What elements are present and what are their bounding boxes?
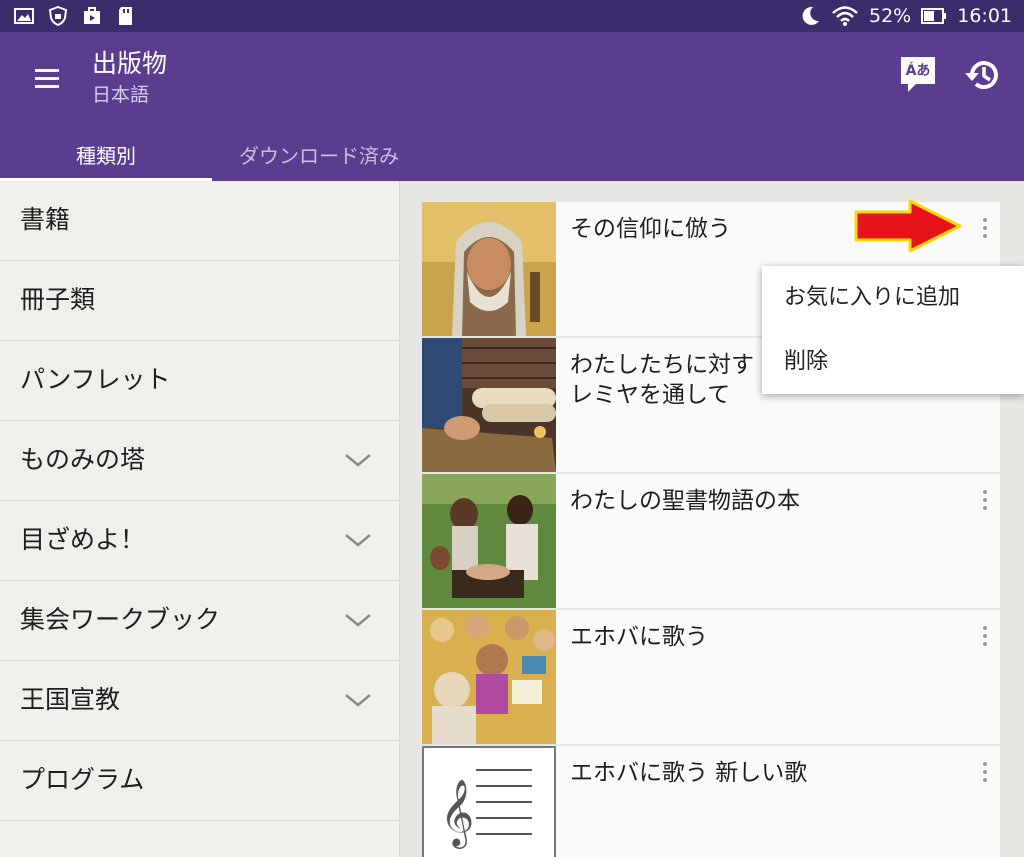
language-subtitle: 日本語 [92, 84, 150, 106]
category-item-books[interactable]: 書籍 [0, 181, 400, 261]
briefcase-icon [84, 7, 100, 24]
category-item-tracts[interactable]: パンフレット [0, 341, 400, 421]
moon-icon [802, 6, 819, 25]
app-bar: 出版物 日本語 Áあ 種類別 ダウンロード済み [0, 32, 1024, 181]
publication-item[interactable]: わたしの聖書物語の本 [422, 474, 1000, 608]
category-item-programs[interactable]: プログラム [0, 741, 400, 821]
more-vert-dot [983, 226, 987, 230]
chevron-down-icon [345, 454, 371, 467]
category-label: 王国宣教 [20, 685, 121, 714]
chevron-down-icon [345, 614, 371, 627]
category-item-awake[interactable]: 目ざめよ！ [0, 501, 400, 581]
annotation-arrow-icon [854, 199, 962, 253]
category-label: ものみの塔 [20, 445, 146, 474]
more-vert-dot [983, 506, 987, 510]
chevron-down-icon [345, 694, 371, 707]
more-vert-icon [983, 218, 987, 222]
publication-title: わたしたちに対す レミヤを通して [570, 350, 754, 410]
overflow-popup-menu: お気に入りに追加 削除 [762, 266, 1024, 394]
publication-title-line1: わたしたちに対す [570, 352, 754, 378]
more-vert-dot [983, 498, 987, 502]
menu-button[interactable] [26, 58, 68, 100]
battery-percent: 52% [869, 5, 912, 27]
publication-item[interactable]: エホバに歌う [422, 610, 1000, 744]
more-vert-dot [983, 234, 987, 238]
category-label: プログラム [20, 765, 145, 794]
publication-item[interactable]: 𝄞 エホバに歌う 新しい歌 [422, 746, 1000, 857]
status-bar: 52% 16:01 [0, 0, 1024, 32]
publication-title-line2: レミヤを通して [570, 382, 731, 408]
more-vert-dot [983, 778, 987, 782]
category-item-kingdom-ministry[interactable]: 王国宣教 [0, 661, 400, 741]
sd-card-icon [119, 7, 132, 25]
svg-text:𝄞: 𝄞 [440, 778, 474, 849]
tab-by-type[interactable]: 種類別 [0, 128, 212, 181]
category-label: 書籍 [20, 205, 71, 234]
page-title: 出版物 [92, 49, 168, 78]
cover-image [422, 202, 556, 336]
history-icon [965, 61, 998, 90]
more-options-button[interactable] [978, 488, 992, 512]
tab-downloaded[interactable]: ダウンロード済み [212, 128, 426, 181]
cover-image [422, 338, 556, 472]
publication-title: その信仰に倣う [570, 216, 731, 242]
gallery-icon [14, 8, 34, 24]
more-vert-icon [983, 490, 987, 494]
language-icon-label: Áあ [905, 63, 931, 79]
cover-image: 𝄞 [422, 746, 556, 857]
history-button[interactable] [962, 54, 1004, 96]
clock: 16:01 [957, 5, 1012, 27]
category-item-brochures[interactable]: 冊子類 [0, 261, 400, 341]
cover-image [422, 474, 556, 608]
category-item-watchtower[interactable]: ものみの塔 [0, 421, 400, 501]
wifi-icon [832, 6, 858, 26]
battery-icon [921, 8, 947, 24]
cover-image [422, 610, 556, 744]
more-vert-icon [983, 626, 987, 630]
more-options-button[interactable] [978, 624, 992, 648]
more-vert-dot [983, 642, 987, 646]
more-vert-icon [983, 762, 987, 766]
menu-item-add-favorite[interactable]: お気に入りに追加 [784, 278, 960, 318]
category-sidebar: 書籍 冊子類 パンフレット ものみの塔 目ざめよ！ 集会ワークブック 王国宣教 … [0, 181, 400, 857]
category-label: 集会ワークブック [20, 605, 221, 634]
more-vert-dot [983, 634, 987, 638]
menu-item-delete[interactable]: 削除 [784, 342, 828, 382]
language-button[interactable]: Áあ [898, 54, 938, 96]
category-item-meeting-workbook[interactable]: 集会ワークブック [0, 581, 400, 661]
more-options-button[interactable] [978, 216, 992, 240]
publication-title: エホバに歌う 新しい歌 [570, 760, 808, 786]
publication-title: エホバに歌う [570, 624, 708, 650]
shield-icon [48, 6, 68, 26]
category-label: 目ざめよ！ [20, 525, 146, 554]
more-options-button[interactable] [978, 760, 992, 784]
more-vert-dot [983, 770, 987, 774]
category-label: 冊子類 [20, 285, 96, 314]
menu-icon [35, 69, 59, 72]
menu-icon-bar [35, 85, 59, 88]
menu-icon-bar [35, 77, 59, 80]
chevron-down-icon [345, 534, 371, 547]
publication-title: わたしの聖書物語の本 [570, 488, 800, 514]
category-label: パンフレット [20, 365, 171, 394]
